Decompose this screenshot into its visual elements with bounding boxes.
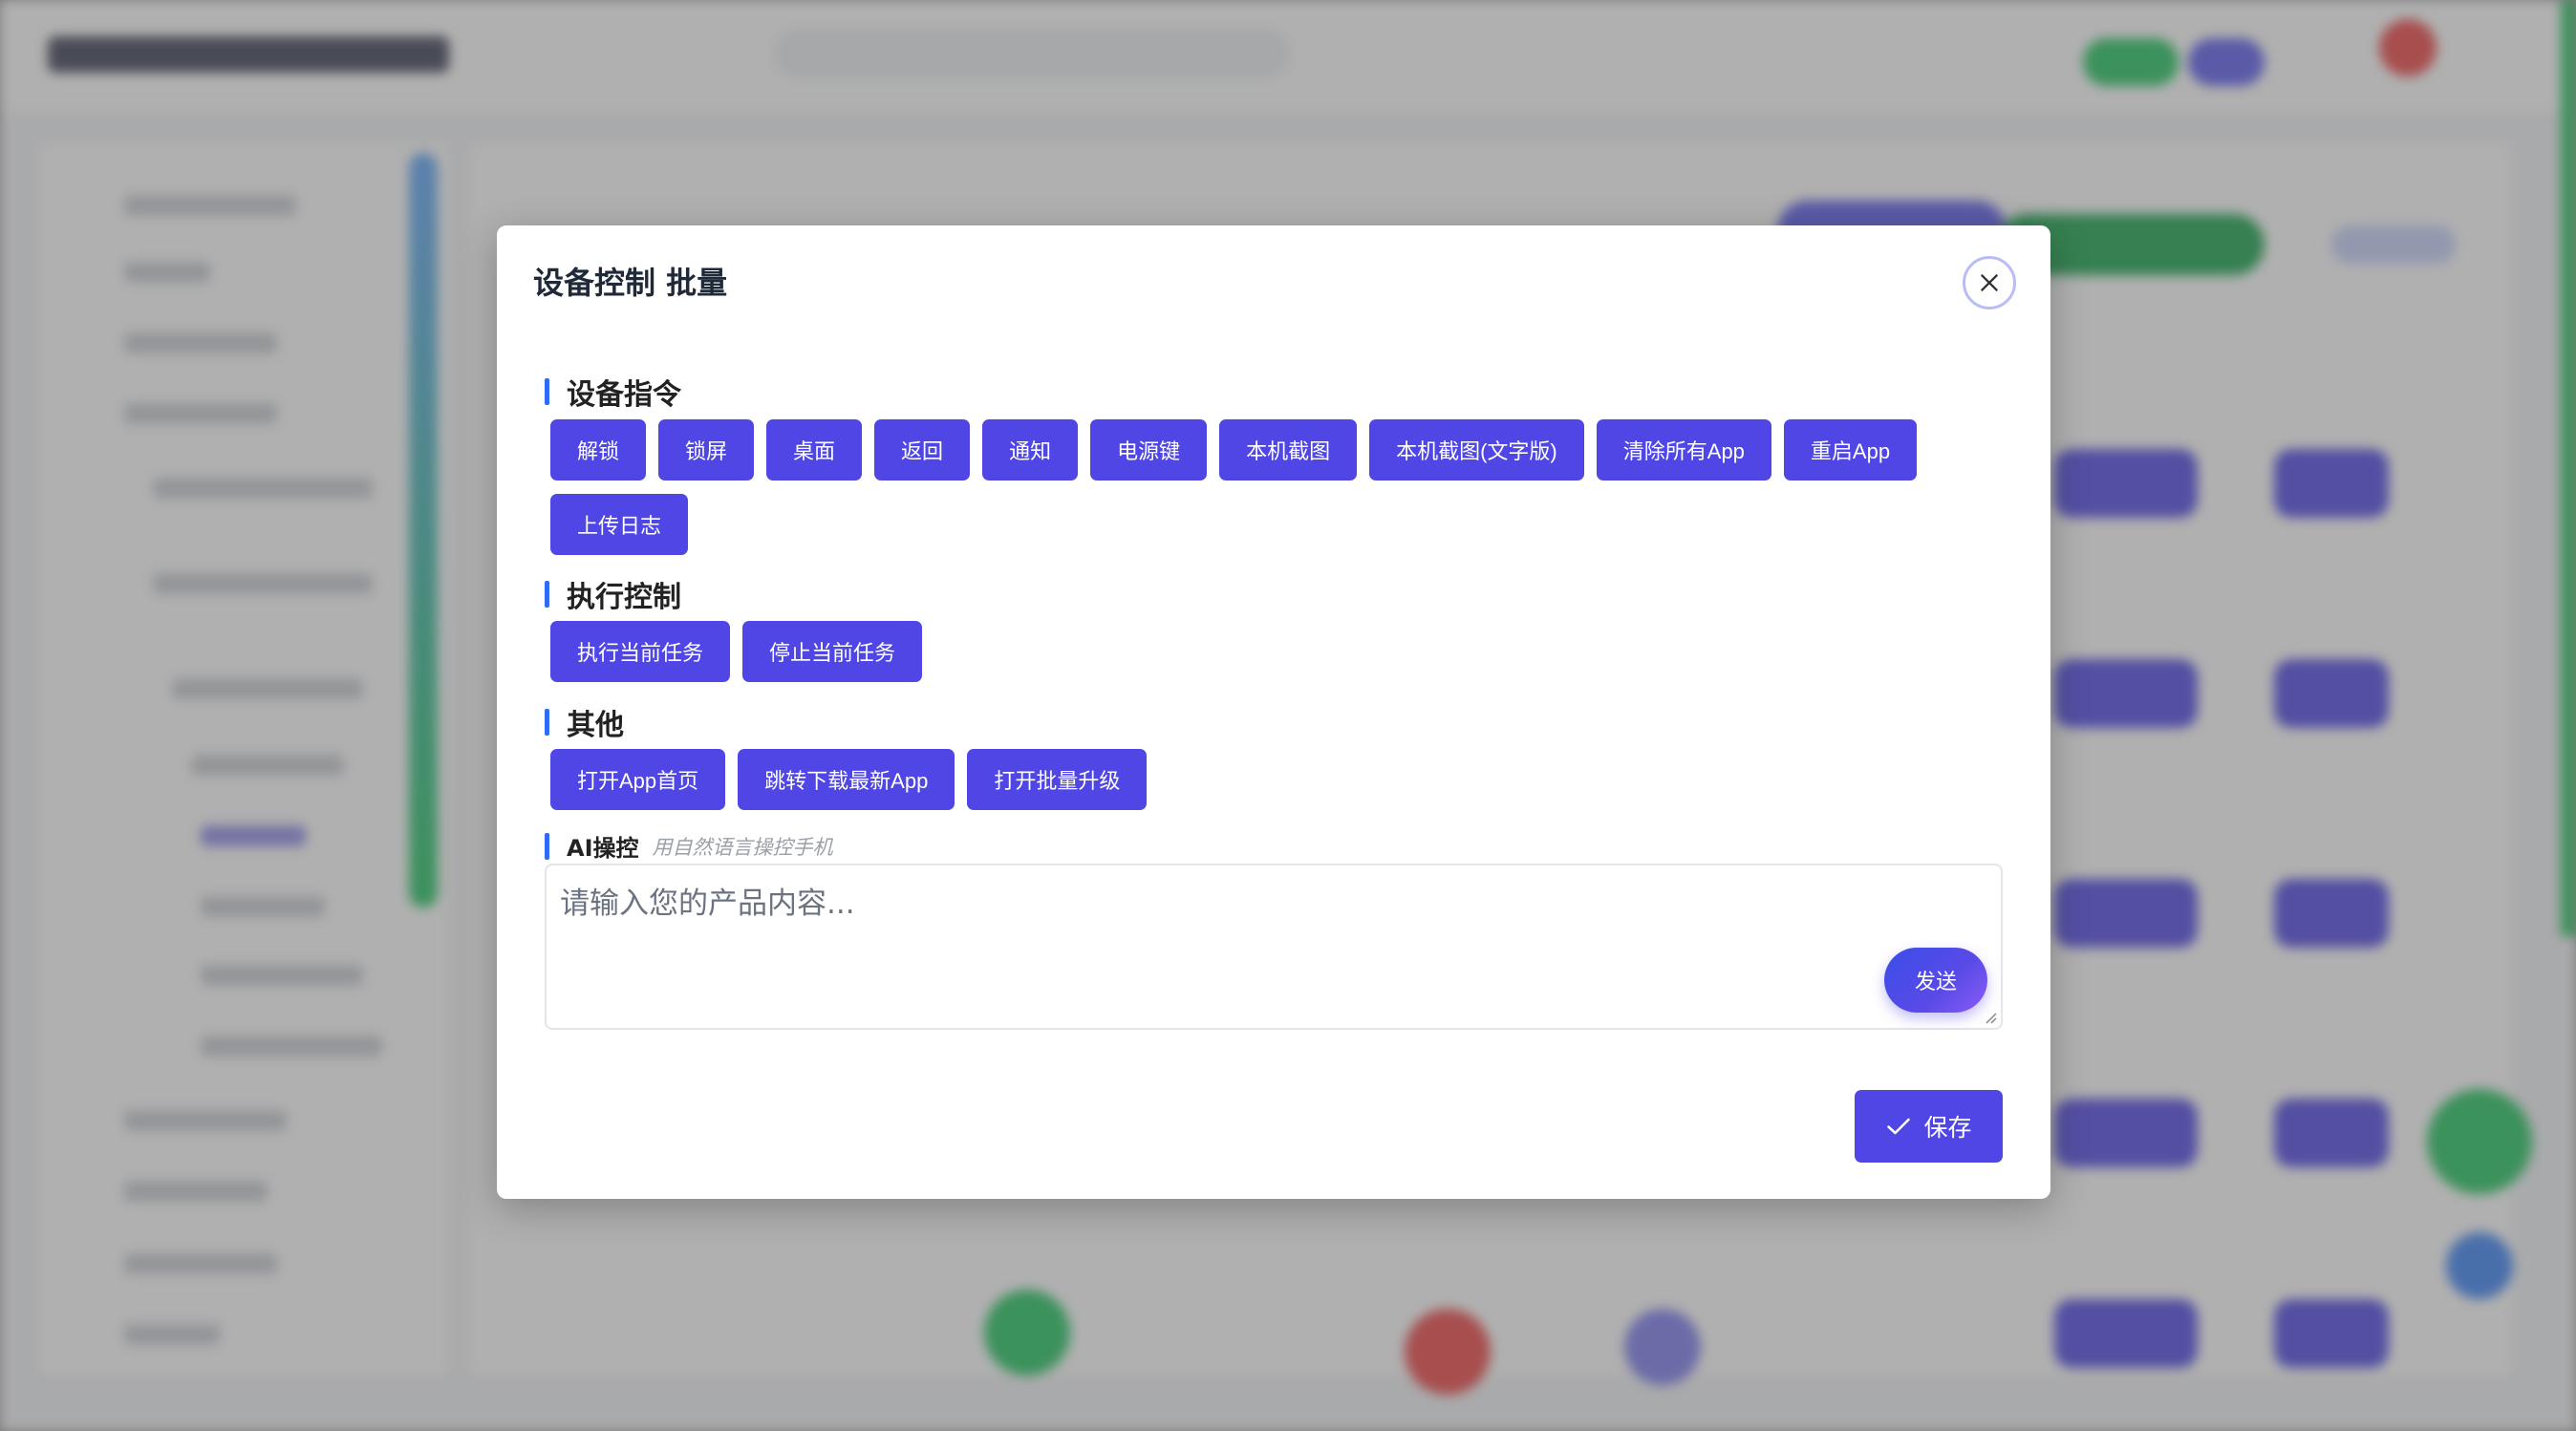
execution-control-buttons: 执行当前任务 停止当前任务 [550,621,2012,682]
screenshot-button[interactable]: 本机截图 [1219,419,1358,481]
section-bar [545,709,549,736]
close-button[interactable] [1963,256,2016,310]
check-icon [1887,1118,1911,1135]
section-title-other: 其他 [567,709,624,742]
unlock-button[interactable]: 解锁 [550,419,647,481]
section-bar [545,832,549,860]
upload-log-button[interactable]: 上传日志 [550,494,689,555]
resize-grip-icon[interactable] [1984,1011,1997,1024]
lock-screen-button[interactable]: 锁屏 [658,419,755,481]
clear-all-apps-button[interactable]: 清除所有App [1596,419,1771,481]
notification-button[interactable]: 通知 [982,419,1079,481]
stop-current-task-button[interactable]: 停止当前任务 [742,621,923,682]
section-other: 其他 [545,701,624,743]
section-title-ai-control: AI操控 [567,835,639,862]
section-bar [545,581,549,608]
send-button[interactable]: 发送 [1884,948,1987,1013]
section-ai-control: AI操控 用自然语言操控手机 [545,829,833,863]
save-button-label: 保存 [1923,1114,1972,1142]
power-key-button[interactable]: 电源键 [1090,419,1208,481]
ai-prompt-input[interactable] [558,877,1976,1015]
section-title-device-commands: 设备指令 [567,378,681,412]
screenshot-text-button[interactable]: 本机截图(文字版) [1369,419,1584,481]
device-commands-buttons: 解锁 锁屏 桌面 返回 通知 电源键 本机截图 本机截图(文字版) 清除所有Ap… [550,419,2012,555]
back-button[interactable]: 返回 [874,419,971,481]
close-icon [1981,274,1998,291]
save-button[interactable]: 保存 [1855,1090,2003,1163]
ai-input-box [545,864,2003,1030]
section-title-execution-control: 执行控制 [567,581,681,614]
ai-control-hint: 用自然语言操控手机 [652,835,833,859]
download-latest-app-button[interactable]: 跳转下载最新App [738,749,955,810]
open-app-home-button[interactable]: 打开App首页 [550,749,726,810]
section-device-commands: 设备指令 [545,371,681,413]
home-button[interactable]: 桌面 [766,419,863,481]
other-buttons: 打开App首页 跳转下载最新App 打开批量升级 [550,749,2012,810]
open-batch-upgrade-button[interactable]: 打开批量升级 [967,749,1148,810]
device-control-modal: 设备控制 批量 设备指令 解锁 锁屏 桌面 返回 通知 电源键 本机截图 本机截… [497,225,2050,1199]
section-bar [545,378,549,405]
modal-title: 设备控制 批量 [533,265,728,301]
section-execution-control: 执行控制 [545,573,681,615]
restart-app-button[interactable]: 重启App [1783,419,1918,481]
run-current-task-button[interactable]: 执行当前任务 [550,621,731,682]
